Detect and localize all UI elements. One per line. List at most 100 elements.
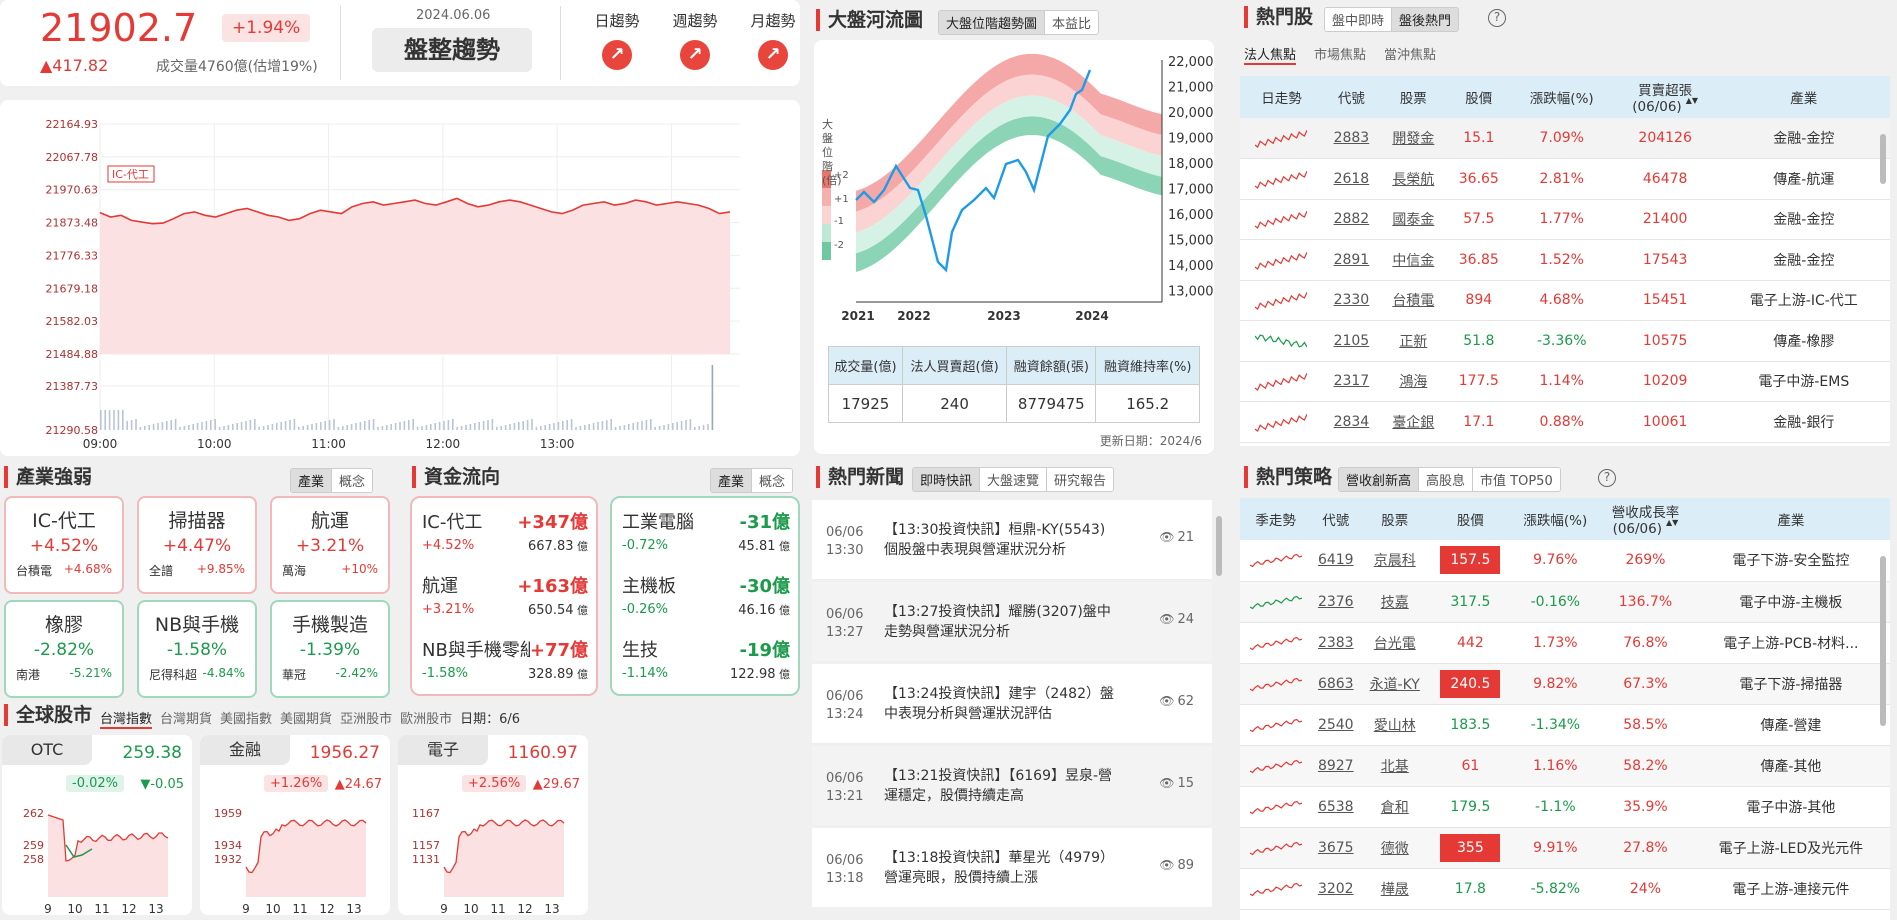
hot-row[interactable]: 2317 鴻海 177.5 1.14% 10209 電子中游-EMS xyxy=(1240,361,1890,402)
trend-tab-0[interactable]: 日趨勢 xyxy=(582,10,652,31)
flow-item[interactable]: 生技 -19億 -1.14% 122.98 億 xyxy=(622,636,790,696)
strategy-code[interactable]: 6419 xyxy=(1311,540,1361,582)
strategy-name[interactable]: 樺晟 xyxy=(1360,868,1430,910)
hot-subtab-1[interactable]: 市場焦點 xyxy=(1314,44,1366,65)
trend-up-icon[interactable]: ↗ xyxy=(758,40,788,70)
strategy-tab-0[interactable]: 營收創新高 xyxy=(1339,468,1419,491)
hot-name[interactable]: 鴻海 xyxy=(1379,361,1447,402)
news-item[interactable]: 06/06 13:27 【13:27投資快訊】耀勝(3207)盤中走勢與營運狀況分析… xyxy=(812,582,1212,662)
strategy-name[interactable]: 技嘉 xyxy=(1360,581,1430,623)
strategy-code[interactable]: 6538 xyxy=(1311,786,1361,828)
sector-card[interactable]: NB與手機 -1.58% 尼得科超 -4.84% xyxy=(137,600,257,698)
river-tab-1[interactable]: 本益比 xyxy=(1044,11,1099,34)
strategy-name[interactable]: 德微 xyxy=(1360,827,1430,869)
hot-row[interactable]: 2105 正新 51.8 -3.36% 10575 傳產-橡膠 xyxy=(1240,320,1890,362)
strategy-row[interactable]: 2383 台光電 442 1.73% 76.8% 電子上游-PCB-材料... xyxy=(1240,622,1890,664)
market-card-電子[interactable]: 電子 1160.97 +2.56% ▲29.67 1167 1157 1131 9 10 11 12… xyxy=(398,735,588,915)
news-tab-0[interactable]: 即時快訊 xyxy=(913,468,980,491)
sector-card[interactable]: 手機製造 -1.39% 華冠 -2.42% xyxy=(270,600,390,698)
news-tab-2[interactable]: 研究報告 xyxy=(1046,468,1114,491)
sector-card[interactable]: IC-代工 +4.52% 台積電 +4.68% xyxy=(4,496,124,594)
help-icon[interactable]: ? xyxy=(1488,9,1506,27)
sort-icon[interactable]: ▲▼ xyxy=(1686,96,1698,105)
strategy-row[interactable]: 2376 技嘉 317.5 -0.16% 136.7% 電子中游-主機板 xyxy=(1240,581,1890,623)
flow-item[interactable]: IC-代工 +347億 +4.52% 667.83 億 xyxy=(422,508,588,568)
sector-tab-1[interactable]: 概念 xyxy=(331,469,373,492)
strategy-row[interactable]: 6538 倉和 179.5 -1.1% 35.9% 電子中游-其他 xyxy=(1240,786,1890,828)
global-tab-5[interactable]: 歐洲股市 xyxy=(400,708,452,729)
flow-item[interactable]: 主機板 -30億 -0.26% 46.16 億 xyxy=(622,572,790,632)
hot-name[interactable]: 臺企銀 xyxy=(1379,401,1447,443)
strategy-col-header[interactable]: 營收成長率 (06/06) ▲▼ xyxy=(1599,498,1692,540)
strategy-code[interactable]: 3675 xyxy=(1311,827,1361,869)
hot-name[interactable]: 國泰金 xyxy=(1379,199,1447,240)
hot-code[interactable]: 2834 xyxy=(1322,401,1380,443)
sector-card[interactable]: 橡膠 -2.82% 南港 -5.21% xyxy=(4,600,124,698)
hot-name[interactable]: 台積電 xyxy=(1379,280,1447,321)
strategy-tab-1[interactable]: 高股息 xyxy=(1418,468,1473,491)
hot-scrollbar[interactable] xyxy=(1880,134,1886,184)
trend-up-icon[interactable]: ↗ xyxy=(680,40,710,70)
strategy-row[interactable]: 2540 愛山林 183.5 -1.34% 58.5% 傳產-營建 xyxy=(1240,704,1890,746)
hot-subtab-2[interactable]: 當沖焦點 xyxy=(1384,44,1436,65)
hot-code[interactable]: 2883 xyxy=(1322,118,1380,159)
news-title[interactable]: 【13:30投資快訊】桓鼎-KY(5543)個股盤中表現與營運狀況分析 xyxy=(884,520,1114,560)
strategy-row[interactable]: 6419 京晨科 157.5 9.76% 269% 電子下游-安全監控 xyxy=(1240,540,1890,582)
trend-up-icon[interactable]: ↗ xyxy=(602,40,632,70)
hot-subtab-0[interactable]: 法人焦點 xyxy=(1244,44,1297,65)
sector-card[interactable]: 航運 +3.21% 萬海 +10% xyxy=(270,496,390,594)
flow-item[interactable]: 航運 +163億 +3.21% 650.54 億 xyxy=(422,572,588,632)
sort-icon[interactable]: ▲▼ xyxy=(1666,518,1678,527)
market-card-OTC[interactable]: OTC 259.38 -0.02% ▼-0.05 262 259 258 9 10 11 12 13 xyxy=(2,735,192,915)
strategy-row[interactable]: 3202 樺晟 17.8 -5.82% 24% 電子上游-連接元件 xyxy=(1240,868,1890,910)
news-item[interactable]: 06/06 13:21 【13:21投資快訊】【6169】昱泉-營運穩定，股價持續走… xyxy=(812,746,1212,826)
strategy-code[interactable]: 3202 xyxy=(1311,868,1361,910)
strategy-name[interactable]: 京晨科 xyxy=(1360,540,1430,582)
market-card-金融[interactable]: 金融 1956.27 +1.26% ▲24.67 1959 1934 1932 9 10 11 12… xyxy=(200,735,390,915)
news-item[interactable]: 06/06 13:18 【13:18投資快訊】華星光（4979）營運亮眼，股價持續上… xyxy=(812,828,1212,908)
flow-tab-1[interactable]: 概念 xyxy=(751,469,793,492)
trend-tab-1[interactable]: 週趨勢 xyxy=(660,10,730,31)
strategy-code[interactable]: 2383 xyxy=(1311,622,1361,664)
hot-code[interactable]: 2882 xyxy=(1322,199,1380,240)
strategy-code[interactable]: 2540 xyxy=(1311,704,1361,746)
sector-card[interactable]: 掃描器 +4.47% 全譜 +9.85% xyxy=(137,496,257,594)
strategy-tab-2[interactable]: 市值 TOP50 xyxy=(1472,468,1560,491)
strategy-name[interactable]: 倉和 xyxy=(1360,786,1430,828)
flow-tab-0[interactable]: 產業 xyxy=(711,469,752,492)
strategy-name[interactable]: 永道-KY xyxy=(1360,663,1430,705)
hot-code[interactable]: 2330 xyxy=(1322,280,1380,321)
hot-row[interactable]: 2883 開發金 15.1 7.09% 204126 金融-金控 xyxy=(1240,118,1890,159)
hot-row[interactable]: 2834 臺企銀 17.1 0.88% 10061 金融-銀行 xyxy=(1240,401,1890,443)
strategy-name[interactable]: 北基 xyxy=(1360,745,1430,787)
news-tab-1[interactable]: 大盤速覽 xyxy=(979,468,1047,491)
strategy-row[interactable]: 8927 北基 61 1.16% 58.2% 傳產-其他 xyxy=(1240,745,1890,787)
news-title[interactable]: 【13:27投資快訊】耀勝(3207)盤中走勢與營運狀況分析 xyxy=(884,602,1114,642)
hot-name[interactable]: 正新 xyxy=(1379,320,1447,362)
global-tab-0[interactable]: 台灣指數 xyxy=(100,708,153,729)
hot-tab-1[interactable]: 盤後熱門 xyxy=(1391,8,1459,31)
news-title[interactable]: 【13:18投資快訊】華星光（4979）營運亮眼，股價持續上漲 xyxy=(884,848,1114,888)
hot-row[interactable]: 2882 國泰金 57.5 1.77% 21400 金融-金控 xyxy=(1240,199,1890,240)
global-tab-3[interactable]: 美國期貨 xyxy=(280,708,332,729)
news-item[interactable]: 06/06 13:30 【13:30投資快訊】桓鼎-KY(5543)個股盤中表現與營… xyxy=(812,500,1212,580)
news-item[interactable]: 06/06 13:24 【13:24投資快訊】建宇（2482）盤中表現分析與營運狀況… xyxy=(812,664,1212,744)
strategy-scrollbar[interactable] xyxy=(1880,556,1886,726)
strategy-help-icon[interactable]: ? xyxy=(1598,469,1616,487)
global-tab-1[interactable]: 台灣期貨 xyxy=(160,708,212,729)
hot-row[interactable]: 2891 中信金 36.85 1.52% 17543 金融-金控 xyxy=(1240,239,1890,281)
hot-code[interactable]: 2618 xyxy=(1322,158,1380,200)
hot-row[interactable]: 2330 台積電 894 4.68% 15451 電子上游-IC-代工 xyxy=(1240,280,1890,321)
strategy-code[interactable]: 2376 xyxy=(1311,581,1361,623)
sector-tab-0[interactable]: 產業 xyxy=(291,469,332,492)
trend-tab-2[interactable]: 月趨勢 xyxy=(738,10,808,31)
river-tab-0[interactable]: 大盤位階趨勢圖 xyxy=(939,11,1045,34)
news-scrollbar[interactable] xyxy=(1216,516,1222,576)
news-title[interactable]: 【13:21投資快訊】【6169】昱泉-營運穩定，股價持續走高 xyxy=(884,766,1114,806)
hot-code[interactable]: 2891 xyxy=(1322,239,1380,281)
strategy-code[interactable]: 8927 xyxy=(1311,745,1361,787)
strategy-name[interactable]: 台光電 xyxy=(1360,622,1430,664)
global-tab-2[interactable]: 美國指數 xyxy=(220,708,272,729)
flow-item[interactable]: 工業電腦 -31億 -0.72% 45.81 億 xyxy=(622,508,790,568)
hot-col-header[interactable]: 買賣超張 (06/06) ▲▼ xyxy=(1612,76,1718,118)
